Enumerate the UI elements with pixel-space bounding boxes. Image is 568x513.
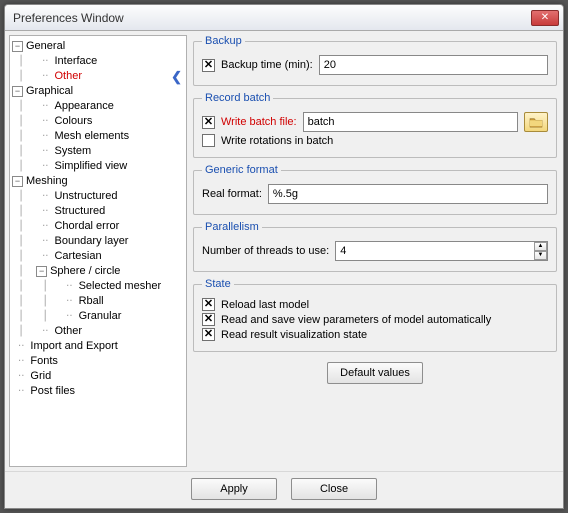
read-result-viz-label: Read result visualization state <box>221 329 367 341</box>
tree-item-fonts[interactable]: ‧‧ Fonts <box>12 354 184 369</box>
legend-record: Record batch <box>202 92 273 104</box>
tree-item-rball[interactable]: │ │ ‧‧ Rball <box>12 294 184 309</box>
nav-tree[interactable]: − General │ ‧‧ Interface │ ‧‧ Other ❮ − … <box>9 35 187 467</box>
apply-button[interactable]: Apply <box>191 478 277 500</box>
content-panel: Backup ✕ Backup time (min): Record batch… <box>193 35 559 467</box>
read-result-viz-checkbox[interactable]: ✕ <box>202 328 215 341</box>
real-format-input[interactable] <box>268 184 548 204</box>
tree-item-import-export[interactable]: ‧‧ Import and Export <box>12 339 184 354</box>
selected-arrow-icon: ❮ <box>171 69 182 84</box>
write-batch-input[interactable] <box>303 112 518 132</box>
reload-model-label: Reload last model <box>221 299 309 311</box>
write-rotations-label: Write rotations in batch <box>221 135 333 147</box>
tree-item-cartesian[interactable]: │ ‧‧ Cartesian <box>12 249 184 264</box>
titlebar: Preferences Window ✕ <box>5 5 563 31</box>
tree-item-general[interactable]: − General <box>12 39 184 54</box>
folder-icon <box>529 116 543 128</box>
tree-item-meshing[interactable]: − Meshing <box>12 174 184 189</box>
threads-spinner[interactable]: ▲ ▼ <box>534 242 547 260</box>
write-batch-checkbox[interactable]: ✕ <box>202 116 215 129</box>
window-body: − General │ ‧‧ Interface │ ‧‧ Other ❮ − … <box>5 31 563 471</box>
backup-time-input[interactable] <box>319 55 548 75</box>
tree-item-simplified-view[interactable]: │ ‧‧ Simplified view <box>12 159 184 174</box>
tree-item-boundary-layer[interactable]: │ ‧‧ Boundary layer <box>12 234 184 249</box>
preferences-window: Preferences Window ✕ − General │ ‧‧ Inte… <box>4 4 564 509</box>
group-record-batch: Record batch ✕ Write batch file: Write r… <box>193 92 557 158</box>
tree-item-selected-mesher[interactable]: │ │ ‧‧ Selected mesher <box>12 279 184 294</box>
threads-label: Number of threads to use: <box>202 245 329 257</box>
group-state: State ✕ Reload last model ✕ Read and sav… <box>193 278 557 352</box>
tree-item-sphere-circle[interactable]: │ − Sphere / circle <box>12 264 184 279</box>
tree-item-meshing-other[interactable]: │ ‧‧ Other <box>12 324 184 339</box>
read-save-params-label: Read and save view parameters of model a… <box>221 314 491 326</box>
footer: Apply Close <box>5 471 563 508</box>
spin-down-icon[interactable]: ▼ <box>534 251 547 260</box>
tree-item-chordal-error[interactable]: │ ‧‧ Chordal error <box>12 219 184 234</box>
group-parallelism: Parallelism Number of threads to use: ▲ … <box>193 221 557 272</box>
close-icon[interactable]: ✕ <box>531 10 559 26</box>
backup-time-checkbox[interactable]: ✕ <box>202 59 215 72</box>
browse-button[interactable] <box>524 112 548 132</box>
tree-item-appearance[interactable]: │ ‧‧ Appearance <box>12 99 184 114</box>
defaults-row: Default values <box>193 358 557 386</box>
group-backup: Backup ✕ Backup time (min): <box>193 35 557 86</box>
legend-backup: Backup <box>202 35 245 47</box>
write-batch-label: Write batch file: <box>221 116 297 128</box>
close-button[interactable]: Close <box>291 478 377 500</box>
window-title: Preferences Window <box>13 11 531 25</box>
tree-item-grid[interactable]: ‧‧ Grid <box>12 369 184 384</box>
tree-item-graphical[interactable]: − Graphical <box>12 84 184 99</box>
tree-item-interface[interactable]: │ ‧‧ Interface <box>12 54 184 69</box>
tree-item-mesh-elements[interactable]: │ ‧‧ Mesh elements <box>12 129 184 144</box>
spin-up-icon[interactable]: ▲ <box>534 242 547 251</box>
backup-time-label: Backup time (min): <box>221 59 313 71</box>
collapse-icon[interactable]: − <box>12 86 23 97</box>
threads-input[interactable] <box>335 241 548 261</box>
reload-model-checkbox[interactable]: ✕ <box>202 298 215 311</box>
collapse-icon[interactable]: − <box>12 176 23 187</box>
tree-item-other[interactable]: │ ‧‧ Other ❮ <box>12 69 184 84</box>
legend-parallel: Parallelism <box>202 221 262 233</box>
legend-generic: Generic format <box>202 164 281 176</box>
read-save-params-checkbox[interactable]: ✕ <box>202 313 215 326</box>
tree-item-system[interactable]: │ ‧‧ System <box>12 144 184 159</box>
tree-item-granular[interactable]: │ │ ‧‧ Granular <box>12 309 184 324</box>
tree-item-post-files[interactable]: ‧‧ Post files <box>12 384 184 399</box>
group-generic-format: Generic format Real format: <box>193 164 557 215</box>
default-values-button[interactable]: Default values <box>327 362 423 384</box>
legend-state: State <box>202 278 234 290</box>
write-rotations-checkbox[interactable] <box>202 134 215 147</box>
tree-item-colours[interactable]: │ ‧‧ Colours <box>12 114 184 129</box>
collapse-icon[interactable]: − <box>36 266 47 277</box>
collapse-icon[interactable]: − <box>12 41 23 52</box>
tree-item-structured[interactable]: │ ‧‧ Structured <box>12 204 184 219</box>
real-format-label: Real format: <box>202 188 262 200</box>
tree-item-unstructured[interactable]: │ ‧‧ Unstructured <box>12 189 184 204</box>
